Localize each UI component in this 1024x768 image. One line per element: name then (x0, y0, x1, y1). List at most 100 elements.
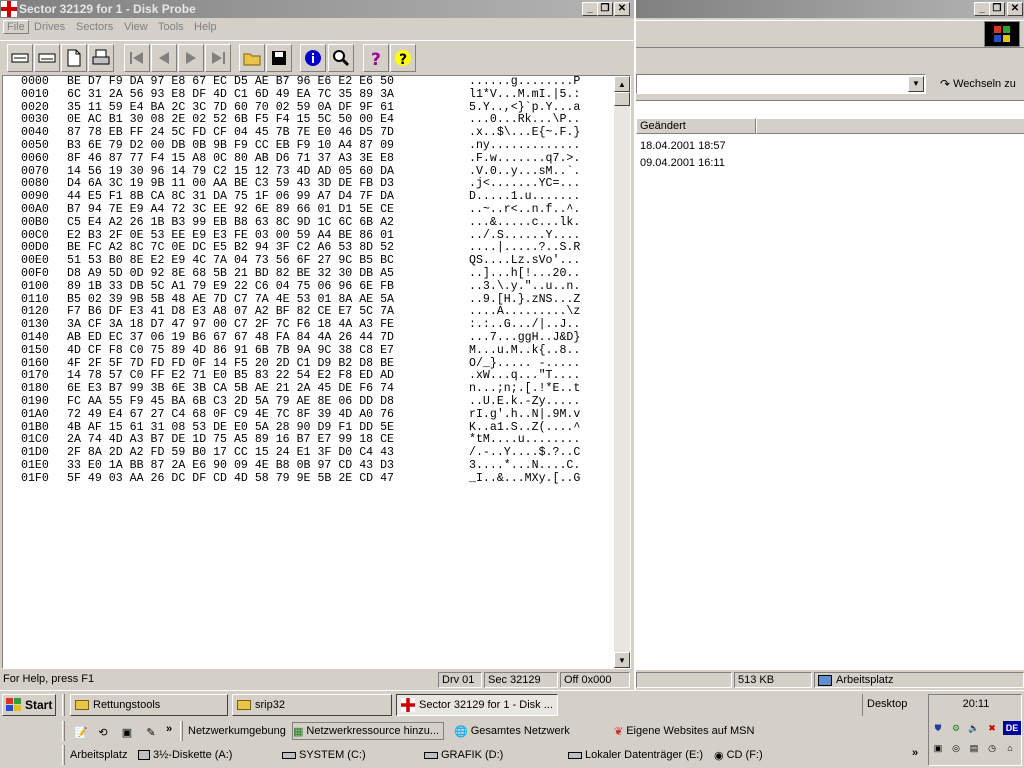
hex-bytes: 2F 8A 2D A2 FD 59 B0 17 CC 15 24 E1 3F D… (67, 446, 394, 460)
chevron-right-icon[interactable]: » (912, 747, 918, 759)
disk-probe-app-icon (1, 1, 17, 17)
go-button[interactable]: ↷ Wechseln zu (936, 74, 1022, 94)
hex-view[interactable]: 0000 BE D7 F9 DA 97 E8 67 EC D5 AE B7 96 … (2, 75, 631, 669)
link-my-computer[interactable]: Arbeitsplatz (70, 746, 127, 764)
menu-sectors[interactable]: Sectors (76, 21, 113, 33)
link-network-neighborhood[interactable]: Netzwerkumgebung (188, 722, 286, 740)
hex-row[interactable]: 0060 8F 46 87 77 F4 15 A8 0C 80 AB D6 71 … (21, 152, 580, 166)
drive-f[interactable]: ◉ CD (F:) (714, 746, 763, 764)
hex-row[interactable]: 0050 B3 6E 79 D2 00 DB 0B 9B F9 CC EB F9 … (21, 139, 580, 153)
hex-row[interactable]: 0140 AB ED EC 37 06 19 B6 67 67 48 FA 84 … (21, 331, 580, 345)
edit-note-icon[interactable]: 📝 (72, 723, 90, 741)
chevron-right-icon[interactable]: » (166, 723, 172, 735)
drive-d[interactable]: GRAFIK (D:) (424, 746, 503, 764)
hex-ascii: n...;n;.[.!*E..t (469, 382, 581, 396)
explorer-title-bar[interactable]: _ ❐ ✕ (636, 0, 1024, 18)
file-list[interactable]: Geändert 18.04.2001 18:57 09.04.2001 16:… (636, 100, 1024, 670)
hex-row[interactable]: 01A0 72 49 E4 67 27 C4 68 0F C9 4E 7C 8F … (21, 408, 580, 422)
toolbar-grip[interactable] (62, 745, 65, 765)
read-sector-button[interactable] (7, 44, 33, 72)
hex-row[interactable]: 00A0 B7 94 7E E9 A4 72 3C EE 92 6E 89 66 … (21, 203, 580, 217)
next-sector-button[interactable] (178, 44, 204, 72)
list-item[interactable]: 09.04.2001 16:11 (640, 157, 725, 169)
window-icon[interactable]: ▣ (118, 723, 136, 741)
hex-row[interactable]: 00F0 D8 A9 5D 0D 92 8E 68 5B 21 BD 82 BE … (21, 267, 580, 281)
hex-row[interactable]: 01E0 33 E0 1A BB 87 2A E6 90 09 4E B8 0B … (21, 459, 580, 473)
refresh-icon[interactable]: ⟲ (94, 723, 112, 741)
speaker-icon[interactable]: 🔈 (967, 721, 981, 735)
hex-row[interactable]: 01F0 5F 49 03 AA 26 DC DF CD 4D 58 79 9E … (21, 472, 580, 486)
explorer-restore-button[interactable]: ❐ (989, 2, 1005, 16)
print-button[interactable] (88, 44, 114, 72)
network-icon[interactable]: ⚙ (949, 721, 963, 735)
monitor-icon[interactable]: ▣ (931, 741, 945, 755)
vertical-scrollbar[interactable]: ▲ ▼ (614, 76, 630, 668)
hex-row[interactable]: 0150 4D CF F8 C0 75 89 4D 86 91 6B 7B 9A … (21, 344, 580, 358)
list-item[interactable]: 18.04.2001 18:57 (640, 140, 726, 152)
hard-drive-icon (424, 751, 438, 759)
column-header-modified[interactable]: Geändert (636, 118, 756, 134)
explorer-minimize-button[interactable]: _ (974, 2, 990, 16)
info-button[interactable] (300, 44, 326, 72)
previous-sector-button[interactable] (151, 44, 177, 72)
drive-a[interactable]: 3½-Diskette (A:) (138, 746, 232, 764)
hex-row[interactable]: 00B0 C5 E4 A2 26 1B B3 99 EB B8 63 8C 9D … (21, 216, 580, 230)
toolbar-grip[interactable] (180, 721, 183, 741)
scheduler-icon[interactable]: ◷ (985, 741, 999, 755)
title-bar[interactable]: Sector 32129 for 1 - Disk Probe _ ❐ ✕ (0, 0, 634, 18)
tag-icon[interactable]: ✎ (142, 723, 160, 741)
display-icon[interactable]: ▤ (967, 741, 981, 755)
help-button[interactable]: ? (363, 44, 389, 72)
open-button[interactable] (239, 44, 265, 72)
find-button[interactable] (328, 44, 354, 72)
hex-row[interactable]: 0000 BE D7 F9 DA 97 E8 67 EC D5 AE B7 96 … (21, 75, 580, 89)
explorer-close-button[interactable]: ✕ (1007, 2, 1023, 16)
hex-row[interactable]: 0180 6E E3 B7 99 3B 6E 3B CA 5B AE 21 2A … (21, 382, 581, 396)
menu-help[interactable]: Help (194, 21, 217, 33)
link-add-network-resource[interactable]: ▦ Netzwerkressource hinzu... (292, 722, 445, 740)
hex-row[interactable]: 0100 89 1B 33 DB 5C A1 79 E9 22 C6 04 75 … (21, 280, 580, 294)
hardware-icon[interactable]: ⌂ (1003, 741, 1017, 755)
new-button[interactable] (61, 44, 87, 72)
status-drive: Drv 01 (438, 672, 482, 688)
scroll-up-arrow-icon[interactable]: ▲ (614, 76, 630, 92)
toolbar-grip[interactable] (62, 721, 65, 741)
taskbar-grip[interactable] (62, 694, 65, 716)
start-button[interactable]: Start (2, 694, 56, 716)
close-button[interactable]: ✕ (614, 2, 630, 16)
link-entire-network[interactable]: 🌐 Gesamtes Netzwerk (454, 722, 570, 740)
last-sector-button[interactable] (205, 44, 231, 72)
address-input[interactable]: ▼ (636, 74, 926, 94)
hex-row[interactable]: 01D0 2F 8A 2D A2 FD 59 B0 17 CC 15 24 E1 … (21, 446, 580, 460)
scroll-down-arrow-icon[interactable]: ▼ (614, 652, 630, 668)
drive-e[interactable]: Lokaler Datenträger (E:) (568, 746, 703, 764)
first-sector-button[interactable] (124, 44, 150, 72)
links-toolbar: 📝 ⟲ ▣ ✎ » Netzwerkumgebung ▦ Netzwerkres… (62, 719, 922, 743)
menu-drives[interactable]: Drives (34, 21, 65, 33)
language-indicator[interactable]: DE (1003, 721, 1021, 735)
task-srip32[interactable]: srip32 (232, 694, 392, 716)
disk-icon[interactable]: ◎ (949, 741, 963, 755)
restore-button[interactable]: ❐ (597, 2, 613, 16)
hex-row[interactable]: 0010 6C 31 2A 56 93 E8 DF 4D C1 6D 49 EA … (21, 88, 580, 102)
minimize-button[interactable]: _ (582, 2, 598, 16)
link-msn-websites[interactable]: ❦ Eigene Websites auf MSN (614, 722, 754, 740)
save-button[interactable] (266, 44, 292, 72)
menu-view[interactable]: View (124, 21, 148, 33)
disconnected-icon[interactable]: ✖ (985, 721, 999, 735)
desktop-toolbar-label[interactable]: Desktop (862, 694, 924, 716)
scroll-thumb[interactable] (614, 92, 630, 106)
menu-file[interactable]: File (3, 20, 29, 34)
task-rettungstools[interactable]: Rettungstools (70, 694, 228, 716)
status-location: Arbeitsplatz (814, 672, 1024, 688)
context-help-button[interactable]: ? (390, 44, 416, 72)
drive-c[interactable]: SYSTEM (C:) (282, 746, 366, 764)
hex-row[interactable]: 0190 FC AA 55 F9 45 BA 6B C3 2D 5A 79 AE … (21, 395, 580, 409)
chevron-down-icon[interactable]: ▼ (908, 76, 924, 92)
shield-icon[interactable]: ⛊ (931, 721, 945, 735)
link-label: Netzwerkumgebung (188, 725, 286, 737)
write-sector-button[interactable] (34, 44, 60, 72)
menu-tools[interactable]: Tools (158, 21, 184, 33)
task-disk-probe[interactable]: Sector 32129 for 1 - Disk ... (396, 694, 558, 716)
clock[interactable]: 20:11 (929, 698, 1023, 710)
